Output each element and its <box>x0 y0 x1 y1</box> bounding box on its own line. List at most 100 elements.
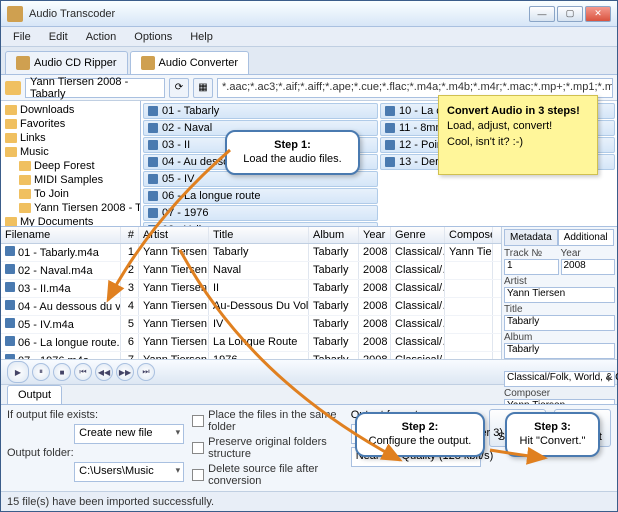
table-row[interactable]: 01 - Tabarly.m4a1Yann TiersenTabarlyTaba… <box>1 244 501 262</box>
title-input[interactable]: Tabarly <box>504 315 615 331</box>
callout-step3: Step 3:Hit "Convert." <box>505 412 600 457</box>
tree-node[interactable]: Yann Tiersen 2008 - Tabarly <box>3 201 138 215</box>
tree-node[interactable]: Links <box>3 131 138 145</box>
statusbar: 15 file(s) have been imported successful… <box>1 491 617 511</box>
tree-node[interactable]: To Join <box>3 187 138 201</box>
folder-tree[interactable]: DownloadsFavoritesLinksMusicDeep ForestM… <box>1 101 141 226</box>
col-title[interactable]: Title <box>209 227 309 243</box>
exists-combo[interactable]: Create new file <box>74 424 184 444</box>
callout-step2: Step 2:Configure the output. <box>355 412 485 457</box>
menu-options[interactable]: Options <box>126 29 180 45</box>
next-button[interactable]: ⏭ <box>137 363 155 381</box>
tab-additional[interactable]: Additional <box>558 229 614 246</box>
chk-delete[interactable] <box>192 469 204 481</box>
tree-node[interactable]: Music <box>3 145 138 159</box>
file-item[interactable]: 06 - La longue route <box>143 188 378 204</box>
folder-combo[interactable]: C:\Users\Music <box>74 462 184 482</box>
tree-node[interactable]: Downloads <box>3 103 138 117</box>
col-composer[interactable]: Composer <box>445 227 493 243</box>
minimize-button[interactable]: — <box>529 6 555 22</box>
chk-preserve[interactable] <box>192 442 204 454</box>
tree-node[interactable]: Deep Forest <box>3 159 138 173</box>
prev-button[interactable]: ⏮ <box>74 363 92 381</box>
file-grid[interactable]: Filename # Artist Title Album Year Genre… <box>1 227 501 359</box>
menu-help[interactable]: Help <box>182 29 221 45</box>
refresh-button[interactable]: ⟳ <box>169 78 189 98</box>
table-row[interactable]: 05 - IV.m4a5Yann TiersenIVTabarly2008Cla… <box>1 316 501 334</box>
table-row[interactable]: 04 - Au dessous du v.m4a4Yann TiersenAu-… <box>1 298 501 316</box>
audio-icon <box>5 282 15 292</box>
rew-button[interactable]: ◀◀ <box>95 363 113 381</box>
stop-button[interactable]: ■ <box>53 363 71 381</box>
folder-icon <box>19 161 31 171</box>
album-input[interactable]: Tabarly <box>504 343 615 359</box>
col-num[interactable]: # <box>121 227 139 243</box>
audio-icon <box>5 300 15 310</box>
audio-icon <box>385 140 395 150</box>
folder-icon <box>19 175 31 185</box>
chk-sameplace[interactable] <box>192 415 204 427</box>
col-artist[interactable]: Artist <box>139 227 209 243</box>
view-button[interactable]: ▦ <box>193 78 213 98</box>
artist-input[interactable]: Yann Tiersen <box>504 287 615 303</box>
audio-icon <box>148 174 158 184</box>
table-row[interactable]: 07 - 1976.m4a7Yann Tiersen1976Tabarly200… <box>1 352 501 359</box>
grid-header[interactable]: Filename # Artist Title Album Year Genre… <box>1 227 501 244</box>
cd-icon <box>16 56 30 70</box>
metadata-pane: Metadata Additional Track №1 Year2008 Ar… <box>501 227 617 359</box>
menu-action[interactable]: Action <box>78 29 125 45</box>
table-row[interactable]: 02 - Naval.m4a2Yann TiersenNavalTabarly2… <box>1 262 501 280</box>
col-album[interactable]: Album <box>309 227 359 243</box>
col-year[interactable]: Year <box>359 227 391 243</box>
audio-icon <box>148 225 158 226</box>
audio-icon <box>5 246 15 256</box>
tab-ripper[interactable]: Audio CD Ripper <box>5 51 128 74</box>
folder-icon <box>5 133 17 143</box>
sticky-note: Convert Audio in 3 steps! Load, adjust, … <box>438 95 598 175</box>
folder-icon <box>5 81 21 95</box>
menu-file[interactable]: File <box>5 29 39 45</box>
file-item[interactable]: 01 - Tabarly <box>143 103 378 119</box>
audio-icon <box>148 157 158 167</box>
audio-icon <box>148 140 158 150</box>
file-item[interactable]: 07 - 1976 <box>143 205 378 221</box>
folder-icon <box>5 119 17 129</box>
audio-icon <box>385 106 395 116</box>
tree-node[interactable]: My Documents <box>3 215 138 226</box>
convert-icon <box>141 56 155 70</box>
close-button[interactable]: ✕ <box>585 6 611 22</box>
table-row[interactable]: 06 - La longue route.m4a6Yann TiersenLa … <box>1 334 501 352</box>
maximize-button[interactable]: ▢ <box>557 6 583 22</box>
track-input[interactable]: 1 <box>504 259 559 275</box>
play-button[interactable]: ▶ <box>7 361 29 383</box>
audio-icon <box>148 106 158 116</box>
path-input[interactable]: Yann Tiersen 2008 - Tabarly <box>25 78 165 98</box>
fwd-button[interactable]: ▶▶ <box>116 363 134 381</box>
folder-icon <box>5 105 17 115</box>
titlebar[interactable]: Audio Transcoder — ▢ ✕ <box>1 1 617 27</box>
year-input[interactable]: 2008 <box>561 259 616 275</box>
col-filename[interactable]: Filename <box>1 227 121 243</box>
tree-node[interactable]: MIDI Samples <box>3 173 138 187</box>
audio-icon <box>5 336 15 346</box>
window-title: Audio Transcoder <box>29 8 529 20</box>
main-tabs: Audio CD Ripper Audio Converter <box>1 47 617 75</box>
folder-icon <box>19 189 31 199</box>
folder-icon <box>5 147 17 157</box>
folder-icon <box>5 217 17 226</box>
tab-converter[interactable]: Audio Converter <box>130 51 250 74</box>
genre-combo[interactable]: Classical/Folk, World, & Countr <box>504 371 615 387</box>
col-genre[interactable]: Genre <box>391 227 445 243</box>
table-row[interactable]: 03 - II.m4a3Yann TiersenIITabarly2008Cla… <box>1 280 501 298</box>
menubar: File Edit Action Options Help <box>1 27 617 47</box>
audio-icon <box>148 208 158 218</box>
audio-icon <box>148 123 158 133</box>
tree-node[interactable]: Favorites <box>3 117 138 131</box>
audio-icon <box>5 264 15 274</box>
menu-edit[interactable]: Edit <box>41 29 76 45</box>
folder-icon <box>19 203 31 213</box>
output-tab[interactable]: Output <box>7 385 62 404</box>
file-item[interactable]: 08 - Yello <box>143 222 378 226</box>
tab-metadata[interactable]: Metadata <box>504 229 558 246</box>
pause-button[interactable]: ⏸ <box>32 363 50 381</box>
